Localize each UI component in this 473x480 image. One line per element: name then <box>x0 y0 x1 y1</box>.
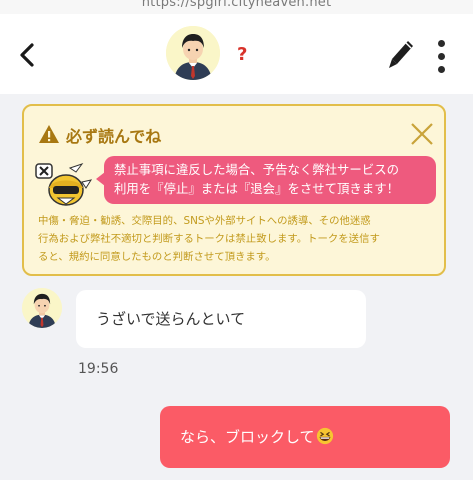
mascot-icon <box>35 163 93 206</box>
more-options-button[interactable] <box>433 38 451 78</box>
notice-alert-bubble: 禁止事項に違反した場合、予告なく弊社サービスの 利用を『停止』または『退会』をさ… <box>96 156 436 204</box>
chat-header: ? <box>0 14 473 94</box>
partner-name[interactable]: ? <box>237 44 247 65</box>
notice-body-line: 行為および弊社不適切と判断するトークは禁止致します。トークを送信す <box>38 233 380 245</box>
grinning-squinting-face-icon <box>316 427 333 445</box>
man-avatar-icon <box>166 26 220 80</box>
notice-body: 中傷・脅迫・勧誘、交際目的、SNSや外部サイトへの誘導、その他迷惑 行為および弊… <box>38 212 438 266</box>
message-text: うざいで送らんといて <box>96 310 246 328</box>
man-avatar-icon <box>22 288 62 328</box>
notice-close-button[interactable] <box>408 120 436 148</box>
notice-title: 必ず読んでね <box>66 127 162 146</box>
received-message-bubble[interactable]: うざいで送らんといて <box>76 290 366 348</box>
back-button[interactable] <box>14 40 42 70</box>
warning-icon <box>39 125 59 143</box>
partner-avatar-small[interactable] <box>22 288 62 328</box>
edit-button[interactable] <box>386 38 416 72</box>
message-text: なら、ブロックして <box>180 428 315 446</box>
sent-message-bubble[interactable]: なら、ブロックして <box>160 406 450 468</box>
close-icon <box>411 123 433 145</box>
notice-alert-line: 禁止事項に違反した場合、予告なく弊社サービスの <box>114 162 399 177</box>
partner-avatar[interactable] <box>166 26 220 80</box>
message-timestamp: 19:56 <box>78 361 119 377</box>
pen-icon <box>389 41 413 68</box>
notice-body-line: 中傷・脅迫・勧誘、交際目的、SNSや外部サイトへの誘導、その他迷惑 <box>38 215 371 227</box>
notice-body-line: ると、規約に同意したものと判断させて頂きます。 <box>38 251 276 263</box>
chevron-left-icon <box>20 43 34 67</box>
browser-url-bar[interactable]: https://spgirl.cityheaven.net ⌃ <box>0 0 473 14</box>
url-text: https://spgirl.cityheaven.net <box>141 0 332 10</box>
notice-panel: 必ず読んでね 禁止事項に違反した場合、予告なく弊社サービスの 利用を『停止』また… <box>22 104 446 276</box>
browser-control-icon[interactable]: ⌃ <box>441 0 453 10</box>
notice-alert-line: 利用を『停止』または『退会』をさせて頂きます！ <box>114 181 399 196</box>
more-vertical-icon <box>438 40 445 47</box>
